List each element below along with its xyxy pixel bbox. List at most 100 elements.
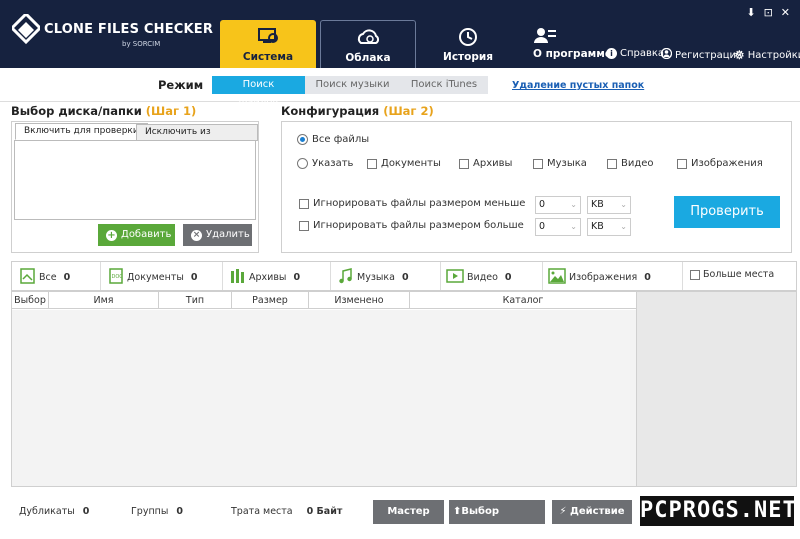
settings-button[interactable]: ⚙ Настройки [734, 48, 800, 62]
column-select[interactable]: Выбор [12, 292, 49, 309]
ignore-larger-checkbox[interactable] [299, 220, 309, 231]
check-button[interactable]: Проверить [674, 196, 780, 228]
chevron-down-icon: ⌄ [620, 200, 627, 209]
ignore-smaller-option[interactable]: Игнорировать файлы размером меньше [299, 198, 525, 209]
app-subtitle: by SORCIM [122, 40, 161, 48]
ignore-larger-label: Игнорировать файлы размером больше [313, 220, 524, 231]
type-documents[interactable]: Документы [367, 158, 441, 169]
pin-icon[interactable]: ⬇ [746, 6, 755, 19]
cloud-icon [321, 27, 415, 49]
filter-video-count: 0 [504, 272, 512, 283]
help-label: Справка [620, 48, 665, 59]
filter-documents-label: Документы [127, 272, 184, 283]
filter-all[interactable]: Все 0 [20, 268, 70, 287]
type-music[interactable]: Музыка [533, 158, 587, 169]
chevron-down-icon: ⌄ [620, 222, 627, 231]
larger-unit-value: KB [591, 221, 604, 232]
archives-checkbox[interactable] [459, 158, 469, 169]
groups-label: Группы [131, 506, 169, 517]
music-checkbox[interactable] [533, 158, 543, 169]
restore-icon[interactable]: ⊡ [764, 6, 773, 19]
config-step: (Шаг 2) [383, 104, 434, 118]
filter-documents[interactable]: DOC Документы 0 [108, 268, 197, 287]
mode-tab-itunes[interactable]: Поиск iTunes [400, 76, 488, 94]
filter-images-count: 0 [644, 272, 651, 283]
archives-label: Архивы [473, 158, 513, 169]
table-body[interactable] [12, 310, 636, 486]
folder-list[interactable] [14, 140, 256, 220]
logo-icon [12, 14, 40, 45]
waste-label: Трата места [231, 506, 293, 517]
mode-tab-music[interactable]: Поиск музыки [305, 76, 400, 94]
all-files-label: Все файлы [312, 134, 370, 145]
close-icon[interactable]: ✕ [781, 6, 790, 19]
help-button[interactable]: i Справка [606, 48, 664, 59]
filter-all-label: Все [39, 272, 57, 283]
smaller-size-input[interactable]: 0 ⌄ [535, 196, 581, 214]
filter-archives[interactable]: Архивы 0 [230, 268, 300, 287]
about-button[interactable]: О программе [533, 48, 612, 60]
column-name[interactable]: Имя [49, 292, 159, 309]
about-icon[interactable] [533, 26, 557, 44]
more-space-checkbox[interactable] [690, 269, 700, 280]
tab-cloud-label: Облака [345, 52, 391, 64]
register-label: Регистрация [675, 49, 743, 61]
table-header: Выбор Имя Тип Размер Изменено Каталог [12, 292, 636, 309]
more-space-option[interactable]: Больше места [690, 269, 774, 280]
app-title: CLONE FILES CHECKER [44, 22, 214, 37]
filter-video[interactable]: Видео 0 [446, 268, 512, 287]
svg-text:DOC: DOC [112, 274, 124, 280]
column-modified[interactable]: Изменено [309, 292, 410, 309]
select-label: Выбор [461, 506, 500, 517]
ignore-smaller-checkbox[interactable] [299, 198, 309, 209]
specify-label: Указать [312, 158, 354, 169]
tab-exclude[interactable]: Исключить из проверки [136, 124, 258, 152]
config-title-text: Конфигурация [281, 104, 380, 118]
filter-music[interactable]: Музыка 0 [338, 268, 409, 287]
remove-empty-folders-link[interactable]: Удаление пустых папок [512, 80, 644, 91]
specify-radio[interactable] [297, 158, 308, 169]
column-size[interactable]: Размер [232, 292, 309, 309]
mode-tab-files[interactable]: Поиск файлов [212, 76, 305, 108]
smaller-unit-select[interactable]: KB ⌄ [587, 196, 631, 214]
larger-size-input[interactable]: 0 ⌄ [535, 218, 581, 236]
filter-images-label: Изображения [569, 272, 638, 283]
remove-button[interactable]: × Удалить [183, 224, 252, 246]
images-checkbox[interactable] [677, 158, 687, 169]
tab-history-label: История [443, 51, 493, 63]
groups-count: 0 [176, 506, 183, 517]
all-files-radio[interactable] [297, 134, 308, 145]
column-type[interactable]: Тип [159, 292, 232, 309]
all-files-option[interactable]: Все файлы [297, 134, 369, 145]
tab-include[interactable]: Включить для проверки [15, 123, 148, 140]
tab-cloud[interactable]: Облака [320, 20, 416, 68]
larger-unit-select[interactable]: KB ⌄ [587, 218, 631, 236]
smaller-size-value: 0 [539, 199, 546, 210]
documents-checkbox[interactable] [367, 158, 377, 169]
action-button[interactable]: ⚡ Действие [552, 500, 632, 524]
filter-music-label: Музыка [357, 272, 395, 283]
add-button[interactable]: + Добавить [98, 224, 175, 246]
type-video[interactable]: Видео [607, 158, 654, 169]
divider [440, 262, 441, 290]
filter-images[interactable]: Изображения 0 [548, 268, 651, 287]
video-label: Видео [621, 158, 654, 169]
master-button[interactable]: Мастер [373, 500, 444, 524]
drive-title-text: Выбор диска/папки [11, 104, 142, 118]
specify-option[interactable]: Указать [297, 158, 353, 169]
column-folder[interactable]: Каталог [410, 292, 636, 309]
history-icon [420, 26, 516, 48]
preview-pane [637, 291, 797, 487]
type-archives[interactable]: Архивы [459, 158, 512, 169]
system-icon [220, 26, 316, 48]
tab-history[interactable]: История [420, 20, 516, 68]
lightning-icon: ⚡ [559, 506, 567, 517]
more-space-label: Больше места [703, 269, 775, 280]
video-checkbox[interactable] [607, 158, 617, 169]
select-button[interactable]: ⬆Выбор [449, 500, 545, 524]
ignore-larger-option[interactable]: Игнорировать файлы размером больше [299, 220, 524, 231]
register-button[interactable]: Регистрация [660, 47, 743, 62]
type-images[interactable]: Изображения [677, 158, 763, 169]
tab-system[interactable]: Система [220, 20, 316, 68]
filter-documents-count: 0 [190, 272, 198, 283]
